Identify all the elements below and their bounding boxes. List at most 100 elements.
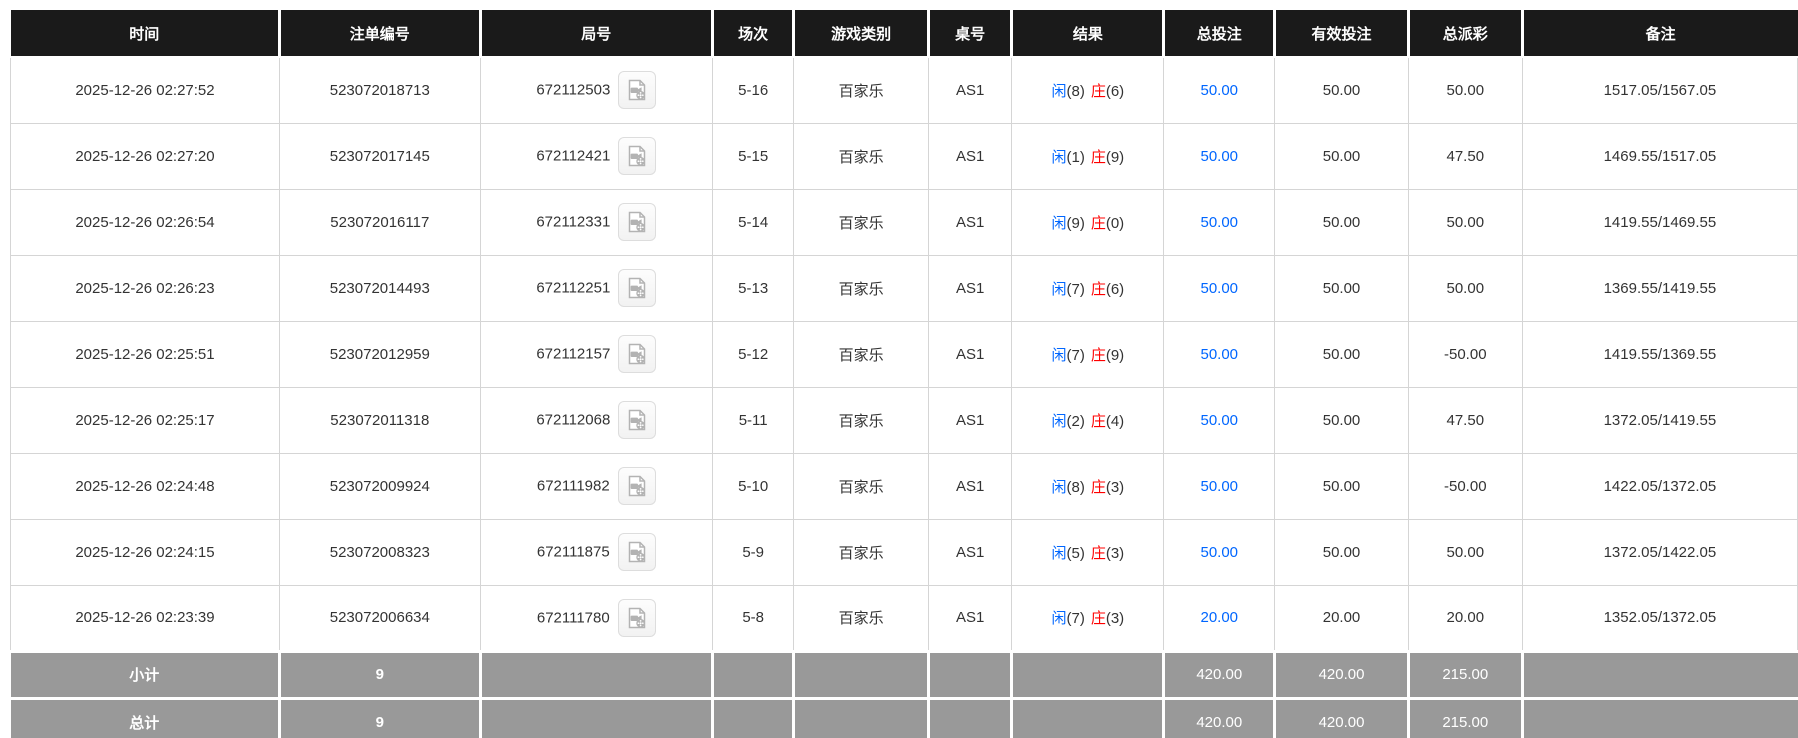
- result-player-score: (1): [1066, 148, 1085, 166]
- cell-remark: 1372.05/1419.55: [1521, 386, 1798, 454]
- result-banker-label: 庄: [1090, 544, 1106, 562]
- result-player-label: 闲: [1051, 82, 1067, 100]
- round-number: 672112331: [536, 213, 611, 231]
- cell-valid-bet: 50.00: [1274, 452, 1409, 520]
- cell-time: 2025-12-26 02:27:20: [10, 122, 280, 190]
- video-replay-button[interactable]: [617, 533, 656, 571]
- cell-game-type: 百家乐: [793, 122, 929, 190]
- video-file-icon: [629, 80, 646, 101]
- cell-game-type: 百家乐: [793, 452, 929, 520]
- round-number: 672112503: [536, 81, 611, 99]
- cell-remark: 1372.05/1422.05: [1521, 518, 1798, 586]
- total-bet-link[interactable]: 50.00: [1200, 478, 1238, 495]
- col-header-total_payout: 总派彩: [1408, 10, 1524, 58]
- total-bet-link[interactable]: 50.00: [1200, 82, 1238, 99]
- video-replay-button[interactable]: [617, 467, 656, 505]
- cell-game-type: 百家乐: [793, 584, 929, 652]
- result-player-score: (9): [1066, 214, 1085, 232]
- cell-valid-bet: 20.00: [1274, 584, 1409, 652]
- result-banker-score: (9): [1105, 148, 1125, 166]
- video-replay-button[interactable]: [618, 335, 657, 373]
- cell-total-bet: 50.00: [1163, 518, 1276, 586]
- cell-round-id: 672111982: [479, 452, 713, 520]
- result-banker-score: (3): [1105, 478, 1125, 496]
- cell-round-id: 672112331: [479, 188, 713, 256]
- cell-session: 5-13: [711, 254, 795, 322]
- video-file-icon: [629, 211, 646, 233]
- video-replay-button[interactable]: [618, 137, 657, 175]
- video-replay-button[interactable]: [618, 203, 657, 241]
- total-bet-link[interactable]: 50.00: [1200, 280, 1238, 297]
- table-body: 2025-12-26 02:27:52 523072018713 672112503…: [10, 56, 1798, 738]
- page-container: 时间 注单编号 局号 场次 游戏类别 桌号 结果 总投注 有效投注 总派彩 备注 2025-12-2…: [0, 0, 1798, 738]
- cell-bet-id: 523072018713: [278, 56, 481, 124]
- cell-time: 2025-12-26 02:27:52: [10, 56, 280, 124]
- subtotal-row-total-bet: 420.00: [1163, 649, 1277, 698]
- total-bet-link[interactable]: 50.00: [1200, 148, 1238, 165]
- table-row: 2025-12-26 02:27:20 523072017145 672112421…: [10, 122, 1798, 190]
- cell-table-no: AS1: [927, 584, 1013, 652]
- video-file-icon: [629, 409, 646, 431]
- total-bet-link[interactable]: 50.00: [1200, 214, 1238, 231]
- subtotal-row-empty-cell: [1011, 649, 1166, 698]
- result-banker-score: (6): [1105, 280, 1125, 298]
- video-replay-button[interactable]: [617, 598, 656, 637]
- video-replay-button[interactable]: [618, 401, 657, 439]
- cell-game-type: 百家乐: [793, 386, 929, 454]
- cell-game-type: 百家乐: [793, 188, 929, 256]
- result-player-label: 闲: [1051, 544, 1067, 562]
- cell-valid-bet: 50.00: [1274, 188, 1409, 256]
- result-banker-score: (4): [1105, 412, 1125, 430]
- round-number: 672112421: [536, 147, 611, 165]
- cell-total-payout: 50.00: [1407, 518, 1523, 586]
- grand-total-row-empty-cell: [928, 696, 1014, 738]
- grand-total-row-count: 9: [279, 696, 482, 738]
- cell-session: 5-12: [711, 320, 795, 388]
- round-number: 672112068: [536, 411, 611, 429]
- cell-total-payout: 47.50: [1407, 122, 1523, 190]
- total-bet-link[interactable]: 50.00: [1200, 412, 1238, 429]
- video-replay-button[interactable]: [618, 269, 657, 307]
- cell-round-id: 672112421: [479, 122, 713, 190]
- table-row: 2025-12-26 02:26:54 523072016117 672112331…: [10, 188, 1798, 256]
- subtotal-row-empty-cell: [928, 649, 1014, 698]
- cell-total-bet: 50.00: [1163, 188, 1276, 256]
- cell-time: 2025-12-26 02:25:51: [10, 320, 280, 388]
- result-player-score: (7): [1066, 610, 1085, 627]
- cell-total-bet: 50.00: [1163, 254, 1276, 322]
- col-header-game_type: 游戏类别: [793, 10, 930, 58]
- cell-total-payout: -50.00: [1407, 452, 1523, 520]
- grand-total-row-empty-cell: [712, 696, 796, 738]
- table-row: 2025-12-26 02:25:17 523072011318 672112068…: [10, 386, 1798, 454]
- cell-total-bet: 50.00: [1163, 56, 1276, 124]
- total-bet-link[interactable]: 50.00: [1200, 544, 1238, 561]
- total-bet-link[interactable]: 20.00: [1200, 609, 1238, 626]
- cell-remark: 1369.55/1419.55: [1521, 254, 1798, 322]
- cell-session: 5-16: [711, 56, 795, 124]
- table-row: 2025-12-26 02:26:23 523072014493 672112251…: [10, 254, 1798, 322]
- table-row: 2025-12-26 02:24:15 523072008323 672111875…: [10, 518, 1798, 586]
- video-replay-button[interactable]: [618, 71, 657, 110]
- col-header-table_no: 桌号: [928, 10, 1014, 58]
- result-banker-score: (0): [1105, 214, 1125, 232]
- cell-round-id: 672111780: [479, 584, 713, 652]
- cell-total-bet: 50.00: [1163, 320, 1276, 388]
- subtotal-row-empty-cell: [793, 649, 930, 698]
- cell-session: 5-15: [711, 122, 795, 190]
- result-banker-score: (6): [1105, 82, 1125, 100]
- cell-table-no: AS1: [927, 122, 1013, 190]
- cell-total-payout: 50.00: [1407, 254, 1523, 322]
- cell-total-payout: 50.00: [1407, 56, 1523, 124]
- subtotal-row-empty-cell: [712, 649, 796, 698]
- col-header-result: 结果: [1011, 10, 1166, 58]
- round-number: 672111982: [536, 477, 610, 495]
- cell-result: 闲(8) 庄(3): [1011, 452, 1165, 520]
- total-bet-link[interactable]: 50.00: [1200, 346, 1238, 363]
- result-banker-score: (9): [1105, 346, 1125, 364]
- cell-game-type: 百家乐: [793, 320, 929, 388]
- table-row: 2025-12-26 02:27:52 523072018713 672112503…: [10, 56, 1798, 124]
- cell-bet-id: 523072008323: [278, 518, 481, 586]
- result-banker-label: 庄: [1090, 82, 1106, 100]
- result-player-score: (8): [1066, 478, 1085, 496]
- cell-bet-id: 523072017145: [278, 122, 481, 190]
